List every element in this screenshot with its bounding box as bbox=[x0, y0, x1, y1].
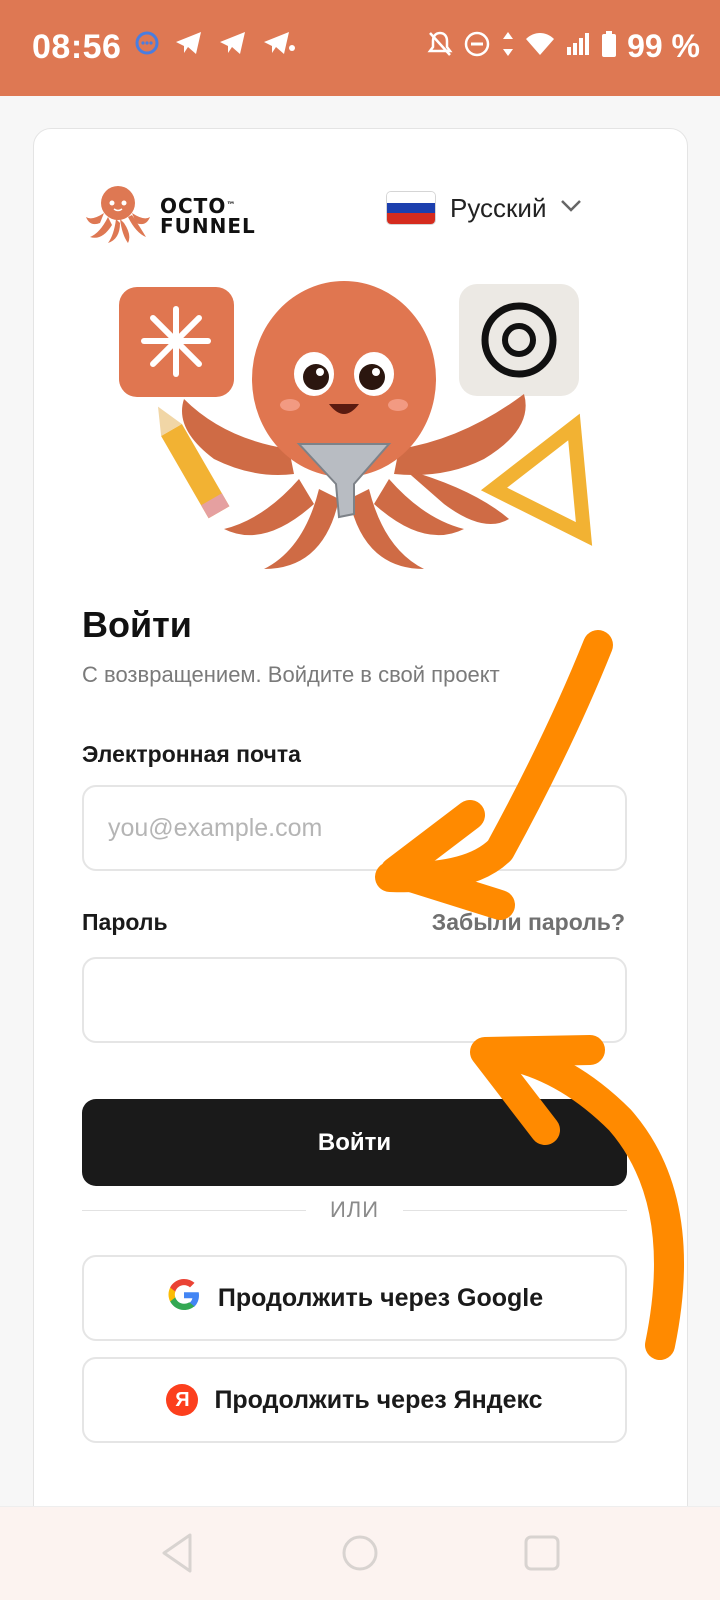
status-bar: 08:56 99 % bbox=[0, 0, 720, 96]
wifi-icon bbox=[525, 31, 555, 62]
page-title: Войти bbox=[82, 604, 192, 645]
chevron-down-icon bbox=[560, 199, 582, 218]
system-icons: 99 % bbox=[427, 28, 700, 65]
yandex-icon: Я bbox=[166, 1384, 199, 1416]
google-icon bbox=[166, 1277, 202, 1320]
page-subtitle: С возвращением. Войдите в свой проект bbox=[82, 662, 500, 687]
yandex-login-button[interactable]: Я Продолжить через Яндекс bbox=[82, 1357, 627, 1443]
telegram-icon bbox=[174, 30, 204, 61]
octopus-mascot-illustration bbox=[119, 281, 593, 569]
do-not-disturb-icon bbox=[463, 30, 491, 63]
telegram-icon bbox=[262, 30, 296, 61]
russia-flag-icon bbox=[386, 191, 436, 225]
login-card: OCTO™ FUNNEL Русский Войти С возвращение… bbox=[33, 128, 688, 1528]
home-icon[interactable] bbox=[340, 1531, 380, 1580]
yandex-button-label: Продолжить через Яндекс bbox=[214, 1385, 543, 1414]
battery-icon bbox=[601, 30, 617, 63]
mute-icon bbox=[427, 30, 453, 63]
google-login-button[interactable]: Продолжить через Google bbox=[82, 1255, 627, 1341]
logo-text: OCTO™ FUNNEL bbox=[160, 193, 256, 238]
google-button-label: Продолжить через Google bbox=[217, 1283, 544, 1312]
password-field[interactable] bbox=[82, 957, 627, 1043]
signal-icon bbox=[565, 31, 591, 62]
divider-text: ИЛИ bbox=[329, 1197, 380, 1222]
data-arrows-icon bbox=[501, 30, 515, 63]
messenger-icon bbox=[134, 30, 160, 61]
status-time: 08:56 bbox=[32, 28, 122, 66]
system-nav-bar bbox=[0, 1506, 720, 1600]
login-button[interactable]: Войти bbox=[82, 1099, 627, 1186]
telegram-icon bbox=[218, 30, 248, 61]
or-divider: ИЛИ bbox=[82, 1195, 627, 1225]
battery-percentage: 99 % bbox=[627, 28, 700, 64]
email-label: Электронная почта bbox=[82, 741, 301, 767]
email-field[interactable] bbox=[82, 785, 627, 871]
octofunnel-logo: OCTO™ FUNNEL bbox=[82, 181, 256, 250]
back-icon[interactable] bbox=[158, 1531, 196, 1580]
language-label: Русский bbox=[450, 192, 547, 223]
forgot-password-link[interactable]: Забыли пароль? bbox=[432, 909, 625, 936]
password-label: Пароль bbox=[82, 909, 168, 935]
language-selector[interactable]: Русский bbox=[386, 191, 582, 225]
octopus-logo-icon bbox=[82, 181, 154, 250]
divider-line bbox=[403, 1209, 627, 1211]
divider-line bbox=[82, 1209, 306, 1211]
recents-icon[interactable] bbox=[522, 1531, 562, 1580]
notification-icons bbox=[134, 30, 296, 61]
